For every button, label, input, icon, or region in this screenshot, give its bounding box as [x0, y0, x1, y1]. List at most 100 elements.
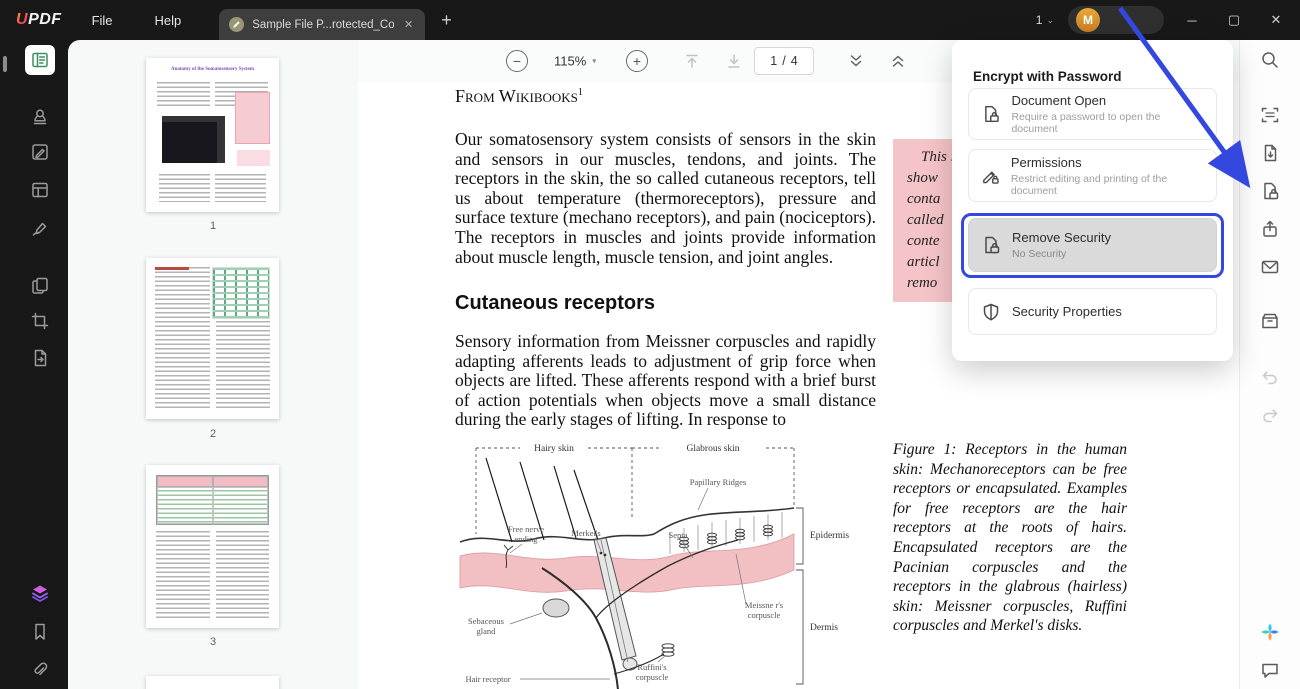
option-text: Remove Security No Security — [1012, 230, 1111, 260]
avatar[interactable]: M — [1076, 8, 1100, 32]
zoom-out-button[interactable]: − — [506, 50, 528, 72]
figure-label: Meissne r's — [745, 600, 783, 610]
single-page-view-button[interactable] — [888, 51, 908, 71]
paragraph-sensory-information: Sensory information from Meissner corpus… — [455, 332, 876, 430]
option-subtitle: No Security — [1012, 248, 1111, 260]
search-icon — [1260, 50, 1280, 70]
protect-pdf-button[interactable] — [1254, 176, 1286, 206]
attachment-button[interactable] — [25, 655, 55, 685]
chevron-down-icon: ⌄ — [1046, 15, 1054, 26]
remove-security-option[interactable]: Remove Security No Security — [968, 218, 1217, 272]
continuous-scroll-button[interactable] — [846, 51, 866, 71]
form-tool-button[interactable] — [25, 175, 55, 205]
zoom-level-dropdown[interactable]: 115% ▾ — [554, 54, 596, 69]
option-title: Security Properties — [1012, 304, 1122, 319]
thumb2-heading — [155, 267, 189, 270]
encrypt-with-password-panel: Encrypt with Password Document Open Requ… — [952, 40, 1233, 361]
heading-cutaneous-receptors: Cutaneous receptors — [455, 292, 655, 315]
share-button[interactable] — [1254, 214, 1286, 244]
maximize-button[interactable]: ▢ — [1220, 6, 1248, 34]
document-open-option[interactable]: Document Open Require a password to open… — [968, 88, 1217, 140]
organize-pages-button[interactable] — [25, 271, 55, 301]
new-tab-button[interactable]: + — [435, 10, 458, 30]
collapse-sidebar-handle[interactable] — [3, 56, 7, 72]
close-button[interactable]: ✕ — [1262, 6, 1290, 34]
bookmark-button[interactable] — [25, 617, 55, 647]
email-button[interactable] — [1254, 252, 1286, 282]
figure-label: Free nerve — [508, 524, 544, 534]
document-arrow-icon — [1260, 143, 1280, 163]
figure-label: Glabrous skin — [686, 444, 739, 454]
layers-button[interactable] — [25, 578, 55, 608]
undo-icon — [1260, 367, 1280, 387]
thumb3-table — [156, 475, 269, 525]
page-separator: / — [782, 54, 785, 68]
figure-caption: Figure 1: Receptors in the human skin: M… — [893, 440, 1127, 636]
option-subtitle: Restrict editing and printing of the doc… — [1011, 173, 1204, 197]
figure-label: Epidermis — [810, 531, 849, 541]
redo-button[interactable] — [1254, 400, 1286, 430]
menu-file[interactable]: File — [80, 7, 125, 34]
chevron-down-icon: ▾ — [592, 57, 596, 66]
sign-tool-button[interactable] — [25, 214, 55, 244]
menu-help[interactable]: Help — [143, 7, 194, 34]
left-tool-rail — [0, 40, 68, 689]
pages-icon — [30, 276, 50, 296]
document-tab[interactable]: Sample File P...rotected_Copy ✕ — [219, 9, 425, 40]
minimize-button[interactable]: ─ — [1178, 6, 1206, 34]
page-export-icon — [30, 348, 50, 368]
page-thumbnail-1[interactable]: Anatomy of the Somatosensory System — [146, 58, 279, 212]
paragraph-somatosensory: Our somatosensory system consists of sen… — [455, 130, 876, 267]
tab-count-dropdown[interactable]: 1 ⌄ — [1036, 13, 1054, 27]
figure-label: Septa — [669, 530, 688, 540]
export-document-button[interactable] — [1254, 138, 1286, 168]
page-indicator[interactable]: 1 / 4 — [754, 47, 814, 75]
figure-label: corpuscle — [748, 610, 781, 620]
document-lock-icon — [981, 104, 1000, 124]
titlebar-right-group: 1 ⌄ M ─ ▢ ✕ — [1036, 6, 1290, 34]
comment-button[interactable] — [1254, 655, 1286, 685]
page-thumbnail-2[interactable] — [146, 258, 279, 419]
stamp-tool-button[interactable] — [25, 102, 55, 132]
edit-tool-button[interactable] — [25, 137, 55, 167]
page-number-label-2: 2 — [68, 428, 358, 440]
save-button[interactable] — [1254, 306, 1286, 336]
thumb1-figure — [159, 116, 225, 166]
updf-logo: U PDF — [16, 11, 62, 29]
ocr-button[interactable] — [1254, 100, 1286, 130]
ai-assistant-button[interactable] — [1254, 617, 1286, 647]
crop-tool-button[interactable] — [25, 306, 55, 336]
zoom-in-button[interactable]: + — [626, 50, 648, 72]
kicker-footnote: 1 — [578, 87, 583, 98]
skin-diagram-figure: Hairy skin Glabrous skin Papillary Ridge… — [446, 434, 876, 689]
thumbnail-view-icon — [30, 50, 50, 70]
security-properties-option[interactable]: Security Properties — [968, 288, 1217, 335]
chat-bubble-icon — [1260, 660, 1280, 680]
page-thumbnail-3[interactable] — [146, 465, 279, 628]
document-lock-icon — [1260, 181, 1280, 201]
page-number-label-1: 1 — [68, 220, 358, 232]
scroll-to-bottom-button[interactable] — [724, 51, 744, 71]
account-pill[interactable]: M — [1068, 6, 1164, 34]
figure-label: gland — [477, 626, 497, 636]
scroll-to-top-button[interactable] — [682, 51, 702, 71]
permissions-option[interactable]: Permissions Restrict editing and printin… — [968, 149, 1217, 202]
crop-icon — [30, 311, 50, 331]
tab-close-icon[interactable]: ✕ — [402, 16, 415, 33]
zoom-level-value: 115% — [554, 54, 586, 69]
signature-icon — [30, 219, 50, 239]
extract-page-button[interactable] — [25, 343, 55, 373]
figure-label: Sebaceous — [468, 616, 504, 626]
page-thumbnail-4[interactable] — [146, 676, 279, 689]
undo-button[interactable] — [1254, 362, 1286, 392]
layers-icon — [30, 583, 50, 603]
logo-letter-u: U — [16, 11, 28, 29]
search-button[interactable] — [1254, 45, 1286, 75]
document-edit-icon — [229, 17, 244, 32]
figure-label: Dermis — [810, 623, 838, 633]
edit-page-icon — [30, 142, 50, 162]
thumbnail-panel: Anatomy of the Somatosensory System 1 2 … — [68, 40, 359, 689]
thumbnail-panel-button[interactable] — [25, 45, 55, 75]
shield-icon — [981, 302, 1001, 322]
double-chevron-down-icon — [846, 51, 866, 71]
